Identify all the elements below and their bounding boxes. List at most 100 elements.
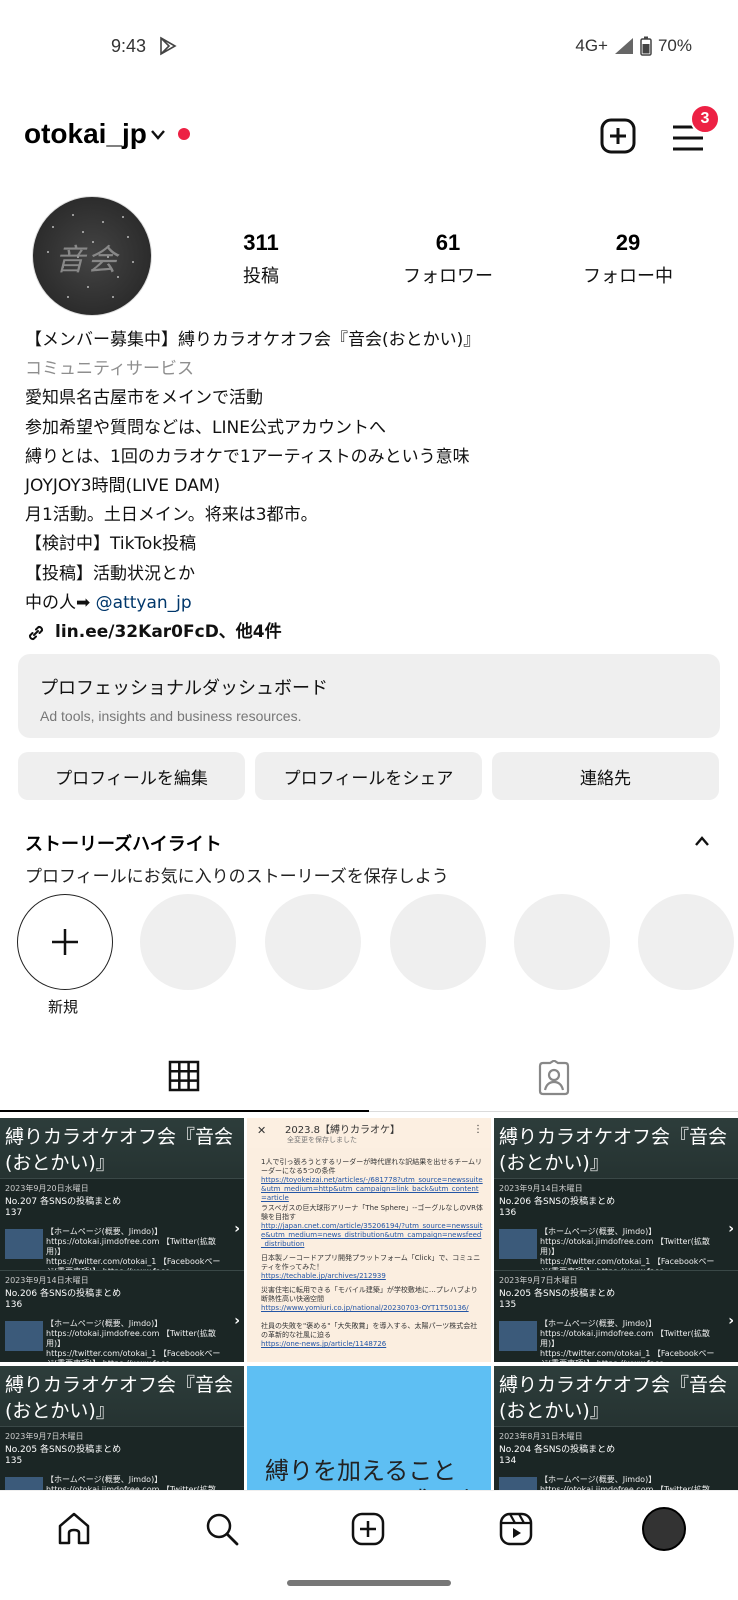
posts-count: 311 — [243, 230, 279, 255]
share-profile-button[interactable]: プロフィールをシェア — [255, 752, 482, 800]
news-title: 2023.8【縛りカラオケ】 — [285, 1125, 400, 1136]
stat-posts[interactable]: 311 投稿 — [181, 230, 341, 288]
post-thumbnail — [5, 1229, 43, 1259]
news-item-link: https://techable.jp/archives/212939 — [261, 1272, 386, 1280]
bottom-navigation — [0, 1490, 738, 1570]
post-body: 【ホームページ(概要、Jimdo)】 https://otokai.jimdof… — [540, 1319, 715, 1362]
news-item: 災害住宅に転用できる「モバイル建築」が学校敷地に…プレハブより断熱性高い快適空間… — [261, 1286, 483, 1313]
bio-person-prefix: 中の人➡ — [25, 592, 91, 613]
battery-level: 70% — [657, 36, 692, 55]
news-item: ラスベガスの巨大球形アリーナ「The Sphere」--ゴーグルなしのVR体験を… — [261, 1204, 483, 1249]
highlight-placeholder — [514, 894, 610, 990]
highlight-placeholder — [390, 894, 486, 990]
news-item-link: http://japan.cnet.com/article/35206194/?… — [261, 1222, 483, 1248]
menu-badge: 3 — [690, 104, 720, 134]
chevron-right-icon: › — [234, 1221, 240, 1237]
post-entry: 2023年9月7日木曜日 No.205 各SNSの投稿まとめ 135 【ホームペ… — [494, 1270, 738, 1362]
username[interactable]: otokai_jp — [24, 118, 147, 150]
post-title: 縛りカラオケオフ会『音会(おとかい)』 — [499, 1126, 728, 1174]
post-date: 2023年9月7日木曜日 — [499, 1276, 578, 1285]
highlights-title: ストーリーズハイライト — [25, 834, 222, 855]
post-tile[interactable]: 縛りカラオケオフ会『音会(おとかい)』 2023年8月31日木曜日 No.204… — [494, 1366, 738, 1490]
following-label: フォロー中 — [583, 266, 673, 287]
tagged-person-icon — [538, 1059, 570, 1096]
active-tab-indicator — [0, 1110, 369, 1112]
new-highlight-label: 新規 — [48, 998, 79, 1016]
tab-posts-grid[interactable] — [168, 1060, 200, 1096]
bio-category: コミュニティサービス — [25, 359, 194, 380]
news-item: 社員の失敗を"褒める"「大失敗賞」を導入する、太陽パーツ株式会社の革新的な社風に… — [261, 1322, 483, 1349]
bio-person-line: 中の人➡ @attyan_jp — [25, 589, 715, 618]
profile-header: otokai_jp 3 — [0, 104, 738, 168]
chevron-right-icon: › — [234, 1313, 240, 1329]
news-item-link: https://toyokeizai.net/articles/-/681778… — [261, 1176, 483, 1202]
post-entry: 2023年9月7日木曜日 No.205 各SNSの投稿まとめ 135 【ホームペ… — [0, 1426, 244, 1490]
stat-following[interactable]: 29 フォロー中 — [548, 230, 708, 288]
post-entry: 2023年9月14日木曜日 No.206 各SNSの投稿まとめ 136 【ホーム… — [494, 1178, 738, 1276]
chevron-right-icon: › — [728, 1313, 734, 1329]
bio-line: JOYJOY3時間(LIVE DAM) — [25, 476, 221, 497]
news-subtitle: 全変更を保存しました — [287, 1136, 357, 1144]
grid-icon — [168, 1060, 200, 1092]
post-body: 【ホームページ(概要、Jimdo)】 https://otokai.jimdof… — [46, 1319, 221, 1362]
post-thumbnail — [499, 1321, 537, 1351]
bio-link-row[interactable]: lin.ee/32Kar0FcD、他4件 — [25, 618, 715, 647]
post-tile[interactable]: ✕ 2023.8【縛りカラオケ】 全変更を保存しました ⋮ 1人で引っ張ろうとす… — [247, 1118, 491, 1362]
posts-label: 投稿 — [243, 266, 279, 287]
news-item-text: 社員の失敗を"褒める"「大失敗賞」を導入する、太陽パーツ株式会社の革新的な社風に… — [261, 1322, 478, 1339]
followers-label: フォロワー — [403, 266, 493, 287]
chevron-right-icon: › — [728, 1221, 734, 1237]
battery-icon — [640, 36, 652, 56]
post-title: 縛りカラオケオフ会『音会(おとかい)』 — [499, 1374, 728, 1422]
post-entry: 2023年9月20日水曜日 No.207 各SNSの投稿まとめ 137 【ホーム… — [0, 1178, 244, 1276]
create-icon[interactable] — [350, 1511, 386, 1551]
highlights-subtitle: プロフィールにお気に入りのストーリーズを保存しよう — [25, 867, 449, 887]
bio-line: 【投稿】活動状況とか — [25, 563, 195, 584]
professional-dashboard[interactable]: プロフェッショナルダッシュボード Ad tools, insights and … — [18, 654, 720, 738]
bio-link-text: lin.ee/32Kar0FcD、他4件 — [55, 622, 282, 643]
profile-avatar[interactable]: 音会 — [32, 196, 152, 316]
post-body: 【ホームページ(概要、Jimdo)】 https://otokai.jimdof… — [46, 1475, 216, 1490]
search-icon[interactable] — [204, 1511, 240, 1551]
post-tile[interactable]: 縛りカラオケオフ会『音会(おとかい)』 2023年9月7日木曜日 No.205 … — [0, 1366, 244, 1490]
tab-tagged[interactable] — [536, 1059, 572, 1100]
chevron-down-icon[interactable] — [150, 126, 166, 145]
status-indicators: 4G+ 70% — [575, 36, 692, 56]
play-store-icon — [158, 36, 178, 60]
home-indicator — [287, 1580, 451, 1586]
post-tile[interactable]: 縛りを加えることで、より一層盛り上がれる — [247, 1366, 491, 1490]
new-highlight-button[interactable] — [17, 894, 113, 990]
highlight-placeholder — [265, 894, 361, 990]
stat-followers[interactable]: 61 フォロワー — [368, 230, 528, 288]
post-date: 2023年9月7日木曜日 — [5, 1432, 84, 1441]
post-date: 2023年8月31日木曜日 — [499, 1432, 583, 1441]
news-item-text: ラスベガスの巨大球形アリーナ「The Sphere」--ゴーグルなしのVR体験を… — [261, 1204, 483, 1221]
post-heading: No.206 各SNSの投稿まとめ 136 — [5, 1289, 122, 1310]
contact-button[interactable]: 連絡先 — [492, 752, 719, 800]
post-tile[interactable]: 縛りカラオケオフ会『音会(おとかい)』 2023年9月14日木曜日 No.206… — [494, 1118, 738, 1362]
posts-grid: 縛りカラオケオフ会『音会(おとかい)』 2023年9月20日水曜日 No.207… — [0, 1118, 738, 1490]
news-item-text: 日本製ノーコードアプリ開発プラットフォーム「Click」で、コミュニティを作って… — [261, 1254, 481, 1271]
edit-profile-button[interactable]: プロフィールを編集 — [18, 752, 245, 800]
bio-mention-link[interactable]: @attyan_jp — [96, 593, 192, 613]
reels-icon[interactable] — [498, 1511, 534, 1551]
post-thumbnail — [499, 1477, 537, 1490]
post-tile[interactable]: 縛りカラオケオフ会『音会(おとかい)』 2023年9月20日水曜日 No.207… — [0, 1118, 244, 1362]
chevron-up-icon[interactable] — [694, 832, 710, 851]
post-heading: No.207 各SNSの投稿まとめ 137 — [5, 1197, 122, 1218]
plus-icon — [52, 929, 78, 955]
profile-nav-avatar[interactable] — [642, 1507, 686, 1551]
post-heading: No.206 各SNSの投稿まとめ 136 — [499, 1197, 616, 1218]
profile-tabs — [0, 1050, 738, 1112]
create-post-button[interactable] — [598, 116, 638, 156]
post-entry: 2023年9月14日木曜日 No.206 各SNSの投稿まとめ 136 【ホーム… — [0, 1270, 244, 1362]
close-icon: ✕ — [257, 1124, 267, 1137]
post-heading: No.204 各SNSの投稿まとめ 134 — [499, 1445, 616, 1466]
bio-line: 愛知県名古屋市をメインで活動 — [25, 388, 263, 409]
bio-line: 【検討中】TikTok投稿 — [25, 534, 197, 555]
news-item-link: https://one-news.jp/article/1148726 — [261, 1340, 387, 1348]
news-item-text: 1人で引っ張ろうとするリーダーが時代遅れな訳結果を出せるチームリーダーになる5つ… — [261, 1158, 483, 1175]
news-item: 日本製ノーコードアプリ開発プラットフォーム「Click」で、コミュニティを作って… — [261, 1254, 483, 1281]
bio-line: 縛りとは、1回のカラオケで1アーティストのみという意味 — [25, 446, 470, 467]
home-icon[interactable] — [56, 1511, 92, 1551]
